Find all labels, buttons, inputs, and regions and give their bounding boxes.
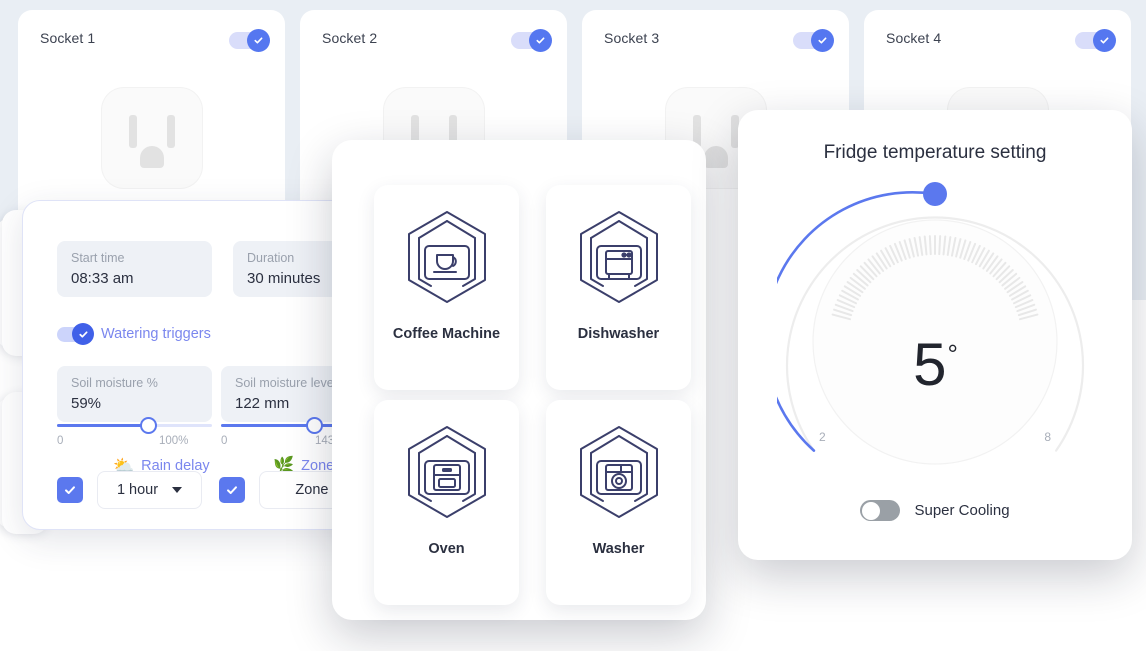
- socket-toggle[interactable]: [229, 29, 270, 52]
- soil-moisture-pct-field[interactable]: Soil moisture % 59%: [57, 366, 212, 422]
- soil-moisture-pct-slider-handle[interactable]: [140, 417, 157, 434]
- oven-badge-icon: [401, 422, 493, 527]
- coffee-machine-badge-icon: [401, 207, 493, 312]
- check-icon: [529, 29, 552, 52]
- appliance-card-washer[interactable]: Washer: [546, 400, 691, 605]
- soil-moisture-pct-value: 59%: [71, 395, 102, 412]
- super-cooling-row: Super Cooling: [738, 500, 1132, 521]
- appliance-name: Oven: [428, 541, 465, 557]
- temperature-readout: 5°: [777, 330, 1093, 399]
- watering-triggers-toggle[interactable]: [57, 323, 94, 345]
- washer-badge-icon: [573, 422, 665, 527]
- fridge-temperature-panel: Fridge temperature setting 5° 2 8 Super …: [738, 110, 1132, 560]
- appliance-card-coffee-machine[interactable]: Coffee Machine: [374, 185, 519, 390]
- toggle-knob: [861, 501, 880, 520]
- check-icon: [227, 486, 237, 494]
- socket-title: Socket 4: [886, 30, 942, 46]
- super-cooling-label: Super Cooling: [914, 502, 1010, 519]
- soil-moisture-pct-slider-fill: [57, 424, 149, 427]
- soil-moisture-pct-max: 100%: [159, 435, 189, 447]
- start-time-field[interactable]: Start time 08:33 am: [57, 241, 212, 297]
- check-icon: [1093, 29, 1116, 52]
- check-icon: [247, 29, 270, 52]
- soil-moisture-level-slider-handle[interactable]: [306, 417, 323, 434]
- appliance-name: Washer: [592, 541, 645, 557]
- socket-title: Socket 2: [322, 30, 378, 46]
- socket-title: Socket 3: [604, 30, 660, 46]
- watering-schedule-panel: Start time 08:33 am Duration 30 minutes …: [22, 200, 380, 530]
- rain-delay-dropdown[interactable]: 1 hour: [97, 471, 202, 509]
- dial-min-label: 2: [819, 430, 826, 444]
- soil-moisture-level-slider-fill: [221, 424, 343, 427]
- app-canvas: Socket 1 Socket 2 Socket 3 Socket 4 Star…: [0, 0, 1146, 651]
- dishwasher-badge-icon: [573, 207, 665, 312]
- fridge-panel-title: Fridge temperature setting: [823, 142, 1047, 163]
- socket-toggle[interactable]: [793, 29, 834, 52]
- appliance-picker-panel: Coffee Machine Dishwasher Oven Washer: [332, 140, 706, 620]
- check-icon: [72, 323, 94, 345]
- temperature-number: 5: [913, 331, 946, 398]
- socket-title: Socket 1: [40, 30, 96, 46]
- dial-max-label: 8: [1044, 430, 1051, 444]
- check-icon: [811, 29, 834, 52]
- rain-delay-selected: 1 hour: [116, 482, 159, 498]
- socket-toggle[interactable]: [1075, 29, 1116, 52]
- start-time-label: Start time: [71, 251, 125, 265]
- rain-delay-checkbox[interactable]: [57, 477, 83, 503]
- check-icon: [65, 486, 75, 494]
- dial-handle: [923, 182, 947, 206]
- super-cooling-toggle[interactable]: [860, 500, 901, 521]
- power-outlet-icon: [101, 88, 202, 188]
- socket-toggle[interactable]: [511, 29, 552, 52]
- chevron-down-icon: [172, 487, 183, 493]
- soil-moisture-level-min: 0: [221, 435, 228, 447]
- zone-checkbox[interactable]: [219, 477, 245, 503]
- soil-moisture-pct-min: 0: [57, 435, 64, 447]
- appliance-card-oven[interactable]: Oven: [374, 400, 519, 605]
- watering-triggers-label: Watering triggers: [101, 326, 211, 342]
- degree-symbol: °: [947, 339, 957, 369]
- soil-moisture-pct-label: Soil moisture %: [71, 376, 158, 390]
- appliance-name: Coffee Machine: [392, 326, 501, 342]
- temperature-dial[interactable]: 5° 2 8: [763, 182, 1093, 482]
- appliance-card-dishwasher[interactable]: Dishwasher: [546, 185, 691, 390]
- appliance-name: Dishwasher: [577, 326, 660, 342]
- start-time-value: 08:33 am: [71, 270, 134, 287]
